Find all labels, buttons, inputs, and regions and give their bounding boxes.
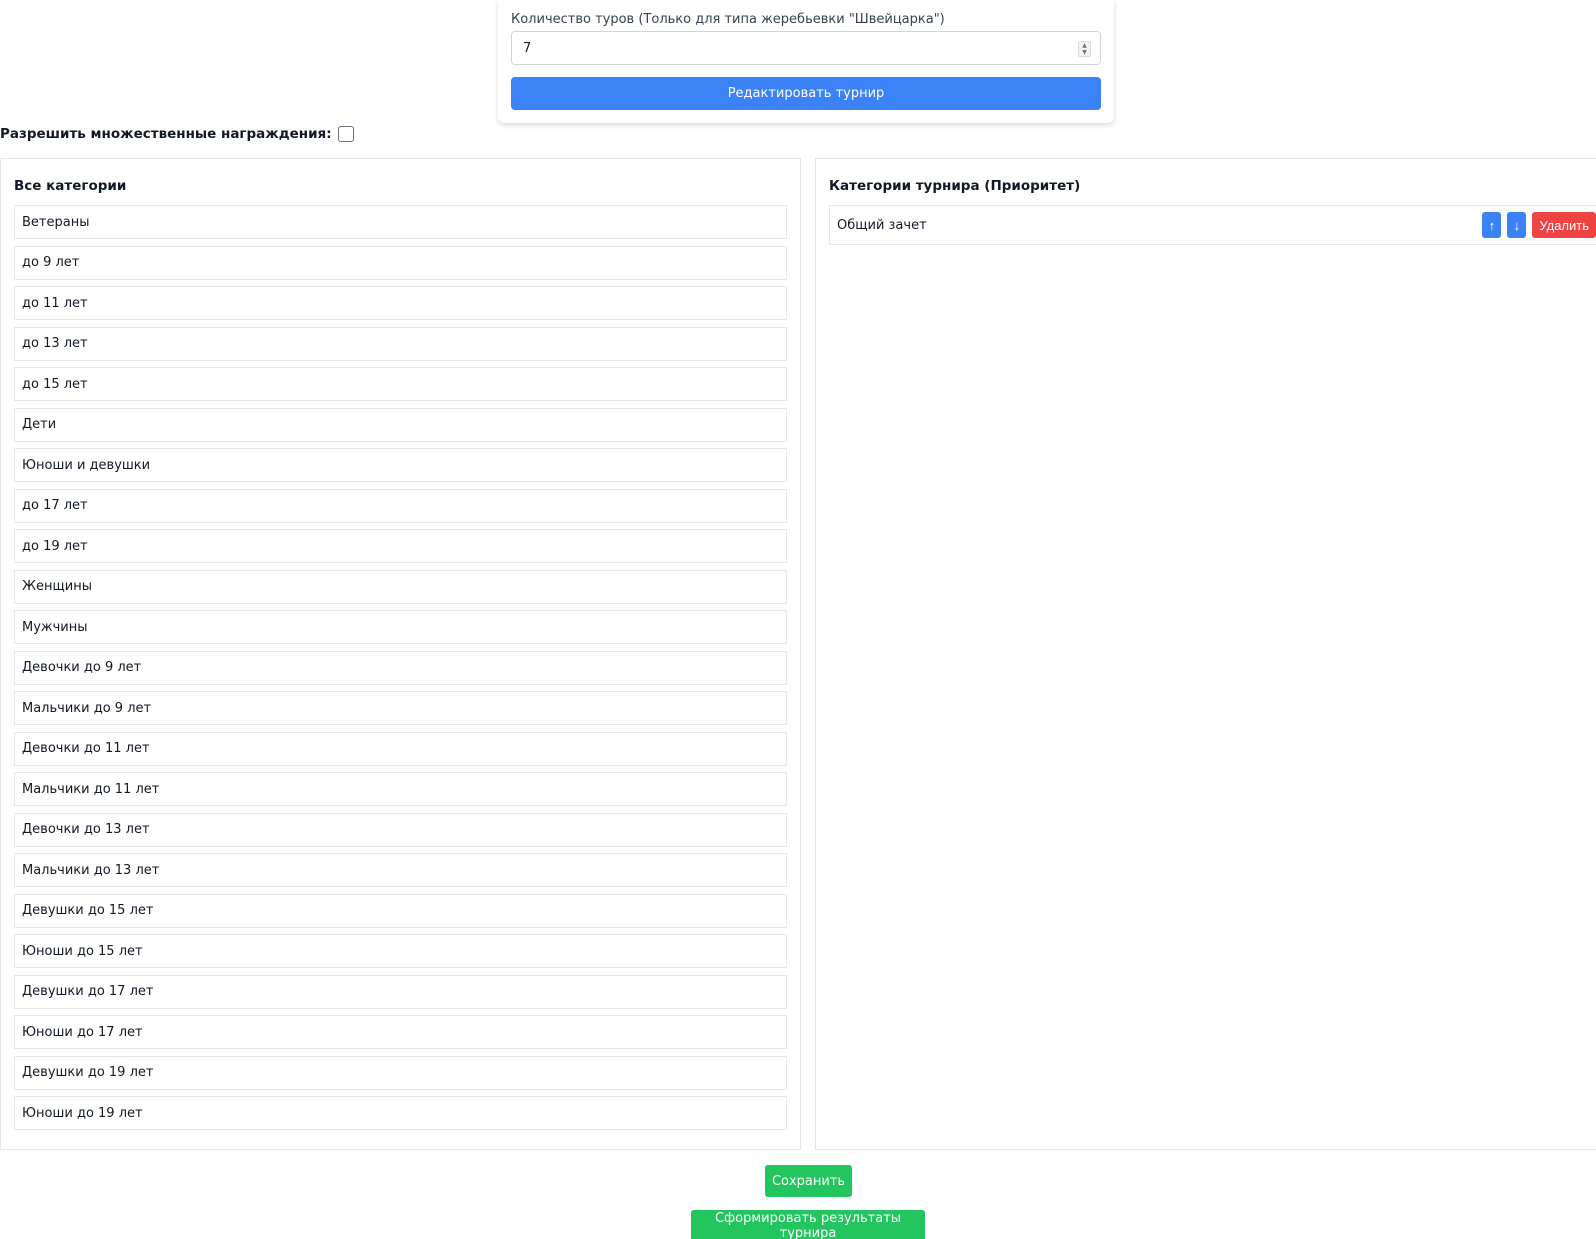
category-item[interactable]: до 19 лет — [14, 529, 787, 563]
tournament-form-card: Количество туров (Только для типа жеребь… — [498, 0, 1114, 123]
spinner-icon[interactable]: ▲ ▼ — [1078, 41, 1091, 57]
category-item[interactable]: Девушки до 19 лет — [14, 1055, 787, 1090]
category-item[interactable]: до 13 лет — [14, 326, 787, 361]
tournament-categories-panel: Категории турнира (Приоритет) Общий заче… — [815, 158, 1596, 1150]
rounds-value: 7 — [523, 40, 532, 56]
category-item[interactable]: до 11 лет — [14, 286, 787, 320]
save-button[interactable]: Сохранить — [765, 1165, 852, 1197]
tournament-category-label: Общий зачет — [837, 217, 927, 233]
delete-category-button[interactable]: Удалить — [1532, 212, 1596, 238]
all-categories-list: Ветераны до 9 лет до 11 лет до 13 лет до 15 … — [14, 205, 787, 1130]
category-item[interactable]: Девочки до 13 лет — [14, 812, 787, 847]
category-item[interactable]: Мужчины — [14, 610, 787, 644]
category-item[interactable]: до 17 лет — [14, 488, 787, 523]
tournament-categories-title: Категории турнира (Приоритет) — [829, 178, 1081, 194]
multi-award-checkbox[interactable] — [337, 126, 354, 142]
category-item[interactable]: Мальчики до 11 лет — [14, 772, 787, 806]
spin-down-icon[interactable]: ▼ — [1082, 49, 1087, 56]
category-item[interactable]: Юноши до 15 лет — [14, 934, 787, 968]
rounds-label: Количество туров (Только для типа жеребь… — [511, 12, 945, 27]
generate-results-button[interactable]: Сформировать результаты турнира — [691, 1210, 925, 1239]
category-item[interactable]: до 9 лет — [14, 245, 787, 280]
category-item[interactable]: Девушки до 17 лет — [14, 974, 787, 1009]
category-item[interactable]: Женщины — [14, 569, 787, 604]
category-item[interactable]: Юноши и девушки — [14, 448, 787, 482]
category-item[interactable]: Юноши до 19 лет — [14, 1096, 787, 1130]
all-categories-panel: Все категории Ветераны до 9 лет до 11 лет д… — [0, 158, 801, 1150]
category-item[interactable]: до 15 лет — [14, 367, 787, 401]
category-item[interactable]: Девочки до 11 лет — [14, 731, 787, 766]
multi-award-row: Разрешить множественные награждения: — [0, 124, 354, 144]
tournament-category-item: Общий зачет ↑ ↓ Удалить — [829, 205, 1596, 245]
category-item[interactable]: Мальчики до 9 лет — [14, 691, 787, 725]
category-item[interactable]: Девушки до 15 лет — [14, 893, 787, 928]
category-item[interactable]: Мальчики до 13 лет — [14, 853, 787, 887]
category-item[interactable]: Девочки до 9 лет — [14, 650, 787, 685]
all-categories-title: Все категории — [14, 178, 127, 194]
spin-up-icon[interactable]: ▲ — [1082, 42, 1087, 49]
move-up-button[interactable]: ↑ — [1482, 212, 1502, 238]
rounds-input[interactable]: 7 ▲ ▼ — [511, 31, 1101, 65]
category-item[interactable]: Юноши до 17 лет — [14, 1015, 787, 1049]
multi-award-label: Разрешить множественные награждения: — [0, 126, 332, 142]
move-down-button[interactable]: ↓ — [1507, 212, 1527, 238]
category-item[interactable]: Ветераны — [14, 205, 787, 239]
category-item[interactable]: Дети — [14, 407, 787, 442]
tournament-category-actions: ↑ ↓ Удалить — [1482, 212, 1596, 238]
edit-tournament-button[interactable]: Редактировать турнир — [511, 77, 1101, 110]
